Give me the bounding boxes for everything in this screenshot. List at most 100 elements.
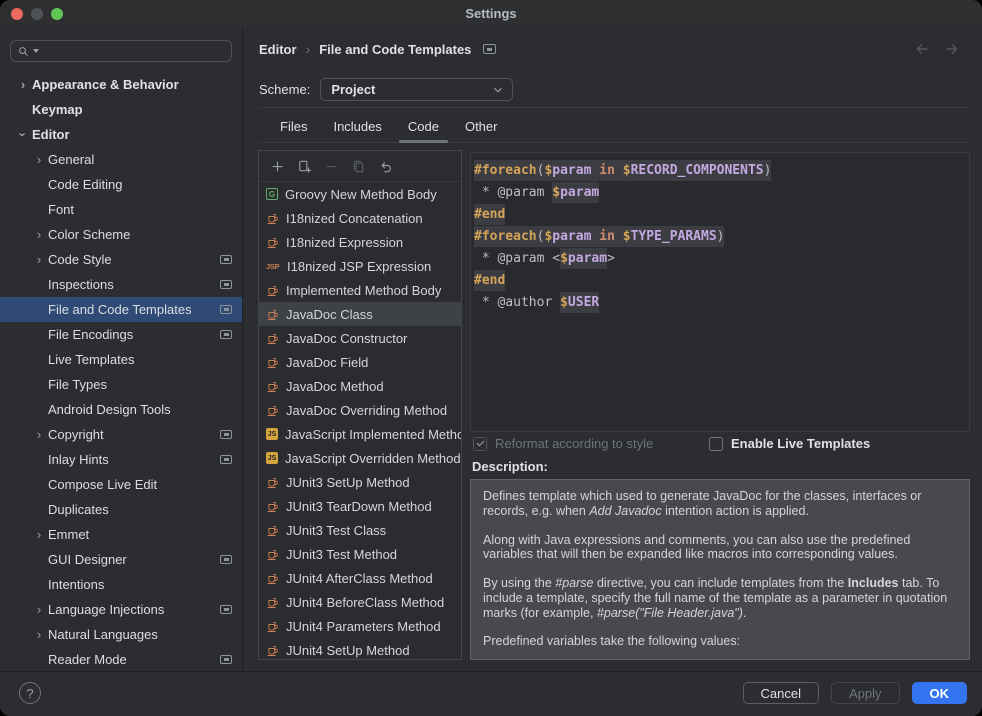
tab-other[interactable]: Other bbox=[452, 110, 511, 142]
sidebar-item-label: File Encodings bbox=[48, 327, 133, 342]
remove-button[interactable] bbox=[323, 158, 339, 174]
chevron-collapsed-icon[interactable]: › bbox=[30, 603, 48, 616]
template-item-i18nized-expression[interactable]: I18nized Expression bbox=[259, 230, 461, 254]
live-templates-checkbox[interactable] bbox=[709, 437, 723, 451]
breadcrumb-parent[interactable]: Editor bbox=[259, 42, 297, 57]
template-item-i18nized-jsp-expression[interactable]: JSPI18nized JSP Expression bbox=[259, 254, 461, 278]
sidebar-item-font[interactable]: Font bbox=[0, 197, 242, 222]
sidebar-item-general[interactable]: ›General bbox=[0, 147, 242, 172]
sidebar-item-keymap[interactable]: Keymap bbox=[0, 97, 242, 122]
template-item-implemented-method-body[interactable]: Implemented Method Body bbox=[259, 278, 461, 302]
chevron-collapsed-icon[interactable]: › bbox=[14, 78, 32, 91]
cancel-button[interactable]: Cancel bbox=[743, 682, 819, 704]
code-token: param bbox=[552, 226, 591, 247]
template-item-i18nized-concatenation[interactable]: I18nized Concatenation bbox=[259, 206, 461, 230]
javascript-template-icon: JS bbox=[266, 428, 278, 440]
template-tabs: FilesIncludesCodeOther bbox=[259, 110, 970, 143]
sidebar-item-label: GUI Designer bbox=[48, 552, 127, 567]
sidebar-item-gui-designer[interactable]: GUI Designer bbox=[0, 547, 242, 572]
chevron-collapsed-icon[interactable]: › bbox=[30, 228, 48, 241]
template-item-javadoc-class[interactable]: JavaDoc Class bbox=[259, 302, 461, 326]
sidebar-item-natural-languages[interactable]: ›Natural Languages bbox=[0, 622, 242, 647]
chevron-collapsed-icon[interactable]: › bbox=[30, 428, 48, 441]
tab-code[interactable]: Code bbox=[395, 110, 452, 142]
chevron-expanded-icon[interactable]: › bbox=[17, 126, 30, 144]
chevron-collapsed-icon[interactable]: › bbox=[30, 253, 48, 266]
sidebar-item-file-and-code-templates[interactable]: File and Code Templates bbox=[0, 297, 242, 322]
code-token: #foreach bbox=[474, 160, 537, 181]
template-item-javadoc-field[interactable]: JavaDoc Field bbox=[259, 350, 461, 374]
template-item-junit3-test-method[interactable]: JUnit3 Test Method bbox=[259, 542, 461, 566]
back-arrow-icon[interactable] bbox=[914, 41, 930, 57]
sidebar-item-compose-live-edit[interactable]: Compose Live Edit bbox=[0, 472, 242, 497]
ok-button[interactable]: OK bbox=[912, 682, 968, 704]
sidebar-item-label: Duplicates bbox=[48, 502, 109, 517]
copy-button[interactable] bbox=[350, 158, 366, 174]
description-text: Add Javadoc bbox=[589, 504, 661, 518]
sidebar-item-reader-mode[interactable]: Reader Mode bbox=[0, 647, 242, 672]
sidebar-item-intentions[interactable]: Intentions bbox=[0, 572, 242, 597]
sidebar-item-appearance-behavior[interactable]: ›Appearance & Behavior bbox=[0, 72, 242, 97]
code-line: #foreach($param in $RECORD_COMPONENTS) bbox=[474, 160, 963, 182]
sidebar-item-language-injections[interactable]: ›Language Injections bbox=[0, 597, 242, 622]
template-item-junit4-setup-method[interactable]: JUnit4 SetUp Method bbox=[259, 638, 461, 660]
template-item-javadoc-constructor[interactable]: JavaDoc Constructor bbox=[259, 326, 461, 350]
settings-search-field[interactable] bbox=[10, 40, 232, 62]
tab-includes[interactable]: Includes bbox=[320, 110, 394, 142]
template-item-groovy-new-method-body[interactable]: GGroovy New Method Body bbox=[259, 182, 461, 206]
help-button[interactable]: ? bbox=[19, 682, 41, 704]
sidebar-item-file-encodings[interactable]: File Encodings bbox=[0, 322, 242, 347]
sidebar-item-code-style[interactable]: ›Code Style bbox=[0, 247, 242, 272]
sidebar-item-inlay-hints[interactable]: Inlay Hints bbox=[0, 447, 242, 472]
description-paragraph: By using the #parse directive, you can i… bbox=[483, 576, 957, 620]
live-templates-option: Enable Live Templates bbox=[709, 436, 870, 451]
template-item-junit4-beforeclass-method[interactable]: JUnit4 BeforeClass Method bbox=[259, 590, 461, 614]
sidebar-item-live-templates[interactable]: Live Templates bbox=[0, 347, 242, 372]
in-place-settings-icon bbox=[220, 555, 232, 564]
java-template-icon bbox=[266, 308, 279, 321]
sidebar-item-editor[interactable]: ›Editor bbox=[0, 122, 242, 147]
add-button[interactable] bbox=[269, 158, 285, 174]
description-text: Predefined variables take the following … bbox=[483, 634, 740, 648]
search-input[interactable] bbox=[42, 43, 225, 59]
forward-arrow-icon[interactable] bbox=[944, 41, 960, 57]
apply-button[interactable]: Apply bbox=[831, 682, 900, 704]
code-token: $ bbox=[560, 292, 568, 313]
add-icon bbox=[270, 159, 285, 174]
template-item-junit4-afterclass-method[interactable]: JUnit4 AfterClass Method bbox=[259, 566, 461, 590]
sidebar-item-file-types[interactable]: File Types bbox=[0, 372, 242, 397]
java-template-icon bbox=[266, 572, 279, 585]
chevron-collapsed-icon[interactable]: › bbox=[30, 153, 48, 166]
java-template-icon bbox=[266, 356, 279, 369]
scheme-select[interactable]: Project bbox=[320, 78, 513, 101]
sidebar-item-duplicates[interactable]: Duplicates bbox=[0, 497, 242, 522]
sidebar-item-color-scheme[interactable]: ›Color Scheme bbox=[0, 222, 242, 247]
template-item-javascript-implemented-method[interactable]: JSJavaScript Implemented Method bbox=[259, 422, 461, 446]
template-item-javascript-overridden-method[interactable]: JSJavaScript Overridden Method bbox=[259, 446, 461, 470]
template-item-junit3-teardown-method[interactable]: JUnit3 TearDown Method bbox=[259, 494, 461, 518]
sidebar-item-emmet[interactable]: ›Emmet bbox=[0, 522, 242, 547]
template-item-javadoc-overriding-method[interactable]: JavaDoc Overriding Method bbox=[259, 398, 461, 422]
template-item-label: JavaDoc Overriding Method bbox=[286, 403, 447, 418]
in-place-settings-icon bbox=[220, 655, 232, 664]
reset-button[interactable] bbox=[377, 158, 393, 174]
template-item-javadoc-method[interactable]: JavaDoc Method bbox=[259, 374, 461, 398]
sidebar-item-inspections[interactable]: Inspections bbox=[0, 272, 242, 297]
template-item-junit4-parameters-method[interactable]: JUnit4 Parameters Method bbox=[259, 614, 461, 638]
template-editor[interactable]: #foreach($param in $RECORD_COMPONENTS) *… bbox=[470, 152, 970, 432]
tab-files[interactable]: Files bbox=[267, 110, 320, 142]
chevron-collapsed-icon[interactable]: › bbox=[30, 528, 48, 541]
template-item-junit3-setup-method[interactable]: JUnit3 SetUp Method bbox=[259, 470, 461, 494]
template-item-junit3-test-class[interactable]: JUnit3 Test Class bbox=[259, 518, 461, 542]
javascript-template-icon: JS bbox=[266, 452, 278, 464]
search-icon bbox=[17, 45, 30, 58]
sidebar-item-android-design-tools[interactable]: Android Design Tools bbox=[0, 397, 242, 422]
reformat-checkbox[interactable] bbox=[473, 437, 487, 451]
chevron-collapsed-icon[interactable]: › bbox=[30, 628, 48, 641]
create-from-template-button[interactable] bbox=[296, 158, 312, 174]
sidebar-item-copyright[interactable]: ›Copyright bbox=[0, 422, 242, 447]
sidebar-item-code-editing[interactable]: Code Editing bbox=[0, 172, 242, 197]
description-panel[interactable]: Defines template which used to generate … bbox=[470, 479, 970, 660]
java-template-icon bbox=[266, 332, 279, 345]
code-token: ) bbox=[717, 226, 725, 247]
